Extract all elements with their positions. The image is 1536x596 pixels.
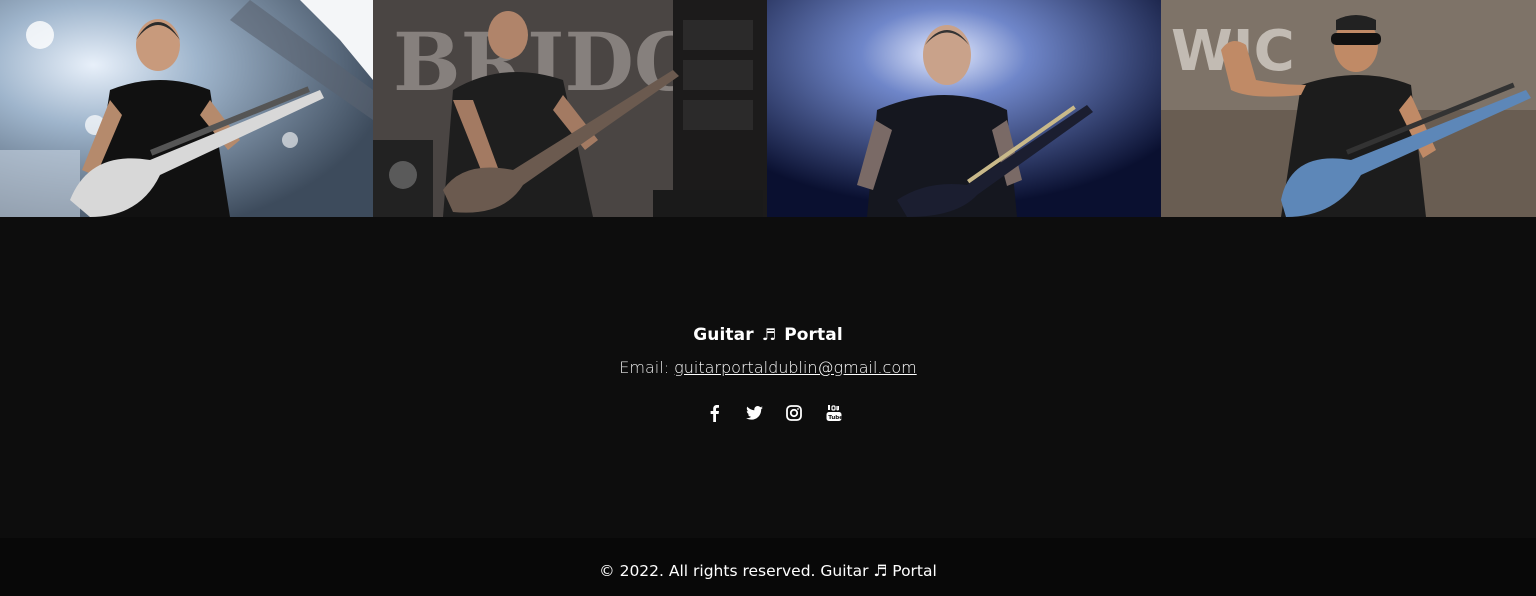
- footer-email: Email: guitarportaldublin@gmail.com: [0, 358, 1536, 377]
- gallery-photo-3: [767, 0, 1161, 217]
- social-links: Tube: [0, 403, 1536, 423]
- music-note-icon: ♬: [761, 325, 777, 344]
- copyright-bar: © 2022. All rights reserved. Guitar ♬ Po…: [0, 538, 1536, 596]
- copyright-text: © 2022. All rights reserved. Guitar: [599, 562, 869, 580]
- gallery-photo-2: BRIDG: [373, 0, 767, 217]
- photo-gallery: BRIDG: [0, 0, 1536, 217]
- footer-brand: Guitar ♬ Portal: [0, 325, 1536, 345]
- twitter-icon[interactable]: [744, 403, 764, 423]
- gallery-photo-4: WIC: [1161, 0, 1536, 217]
- instagram-icon[interactable]: [784, 403, 804, 423]
- email-label: Email:: [619, 358, 670, 377]
- facebook-icon[interactable]: [704, 403, 724, 423]
- gallery-photo-1: [0, 0, 373, 217]
- brand-word-guitar: Guitar: [693, 325, 754, 345]
- youtube-icon[interactable]: Tube: [824, 403, 844, 423]
- copyright-brand-portal: Portal: [892, 562, 937, 580]
- svg-text:Tube: Tube: [828, 415, 842, 421]
- music-note-icon: ♬: [873, 562, 888, 580]
- email-link[interactable]: guitarportaldublin@gmail.com: [674, 358, 917, 377]
- brand-word-portal: Portal: [784, 325, 843, 345]
- footer: Guitar ♬ Portal Email: guitarportaldubli…: [0, 217, 1536, 538]
